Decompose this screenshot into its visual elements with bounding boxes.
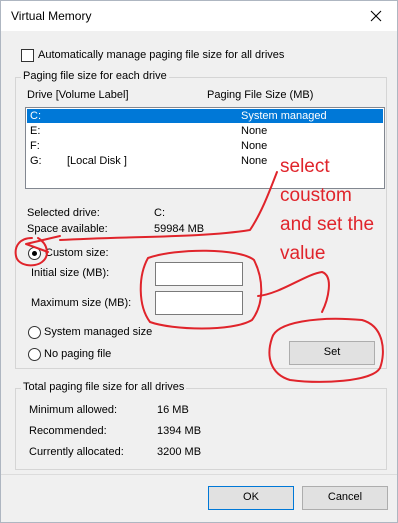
auto-manage-checkbox[interactable]: [21, 49, 34, 62]
maximum-size-input[interactable]: [155, 291, 243, 315]
drive-letter: G:: [30, 155, 42, 167]
currently-allocated-label: Currently allocated:: [29, 446, 124, 458]
selected-drive-label: Selected drive:: [27, 207, 100, 219]
drive-paging-size: System managed: [241, 110, 327, 122]
drive-letter: F:: [30, 140, 40, 152]
drive-row-f[interactable]: F: None: [27, 139, 383, 153]
no-paging-file-radio[interactable]: [28, 348, 41, 361]
footer-divider: [1, 474, 397, 475]
drive-letter: C:: [30, 110, 41, 122]
set-button[interactable]: Set: [289, 341, 375, 365]
initial-size-label: Initial size (MB):: [31, 267, 110, 279]
space-available-value: 59984 MB: [154, 223, 205, 235]
system-managed-radio[interactable]: [28, 326, 41, 339]
recommended-value: 1394 MB: [157, 425, 202, 437]
minimum-allowed-value: 16 MB: [157, 404, 189, 416]
virtual-memory-dialog: Virtual Memory Automatically manage pagi…: [0, 0, 398, 523]
cancel-button[interactable]: Cancel: [302, 486, 388, 510]
currently-allocated-value: 3200 MB: [157, 446, 202, 458]
annotation-line-3: and set the: [280, 214, 375, 235]
space-available-label: Space available:: [27, 223, 108, 235]
drive-volume-label: [Local Disk ]: [67, 155, 127, 167]
drive-column-header: Drive [Volume Label]: [27, 89, 129, 101]
totals-group-title: Total paging file size for all drives: [21, 381, 187, 393]
window-title: Virtual Memory: [11, 9, 92, 23]
recommended-label: Recommended:: [29, 425, 107, 437]
maximum-size-label: Maximum size (MB):: [31, 297, 132, 309]
close-button[interactable]: [361, 4, 391, 28]
annotation-line-2: coustom: [280, 185, 352, 206]
close-icon: [370, 10, 382, 22]
system-managed-label: System managed size: [44, 326, 153, 338]
drive-paging-size: None: [241, 155, 268, 167]
initial-size-input[interactable]: [155, 262, 243, 286]
no-paging-file-label: No paging file: [44, 348, 112, 360]
custom-size-radio[interactable]: [28, 247, 41, 260]
size-column-header: Paging File Size (MB): [207, 89, 314, 101]
drive-letter: E:: [30, 125, 41, 137]
drive-row-c[interactable]: C: System managed: [27, 109, 383, 123]
drive-list[interactable]: C: System managed E: None F: None G: [Lo…: [25, 107, 385, 189]
annotation-line-4: value: [280, 243, 326, 264]
radio-selected-dot: [32, 251, 37, 256]
ok-button[interactable]: OK: [208, 486, 294, 510]
custom-size-label: Custom size:: [45, 247, 109, 259]
selected-drive-value: C:: [154, 207, 165, 219]
drive-paging-size: None: [241, 125, 268, 137]
drive-row-e[interactable]: E: None: [27, 124, 383, 138]
drive-paging-size: None: [241, 140, 268, 152]
auto-manage-label: Automatically manage paging file size fo…: [38, 49, 285, 61]
drives-group-title: Paging file size for each drive: [21, 70, 169, 82]
minimum-allowed-label: Minimum allowed:: [29, 404, 118, 416]
title-bar: Virtual Memory: [1, 1, 397, 31]
annotation-line-1: select: [280, 156, 330, 177]
